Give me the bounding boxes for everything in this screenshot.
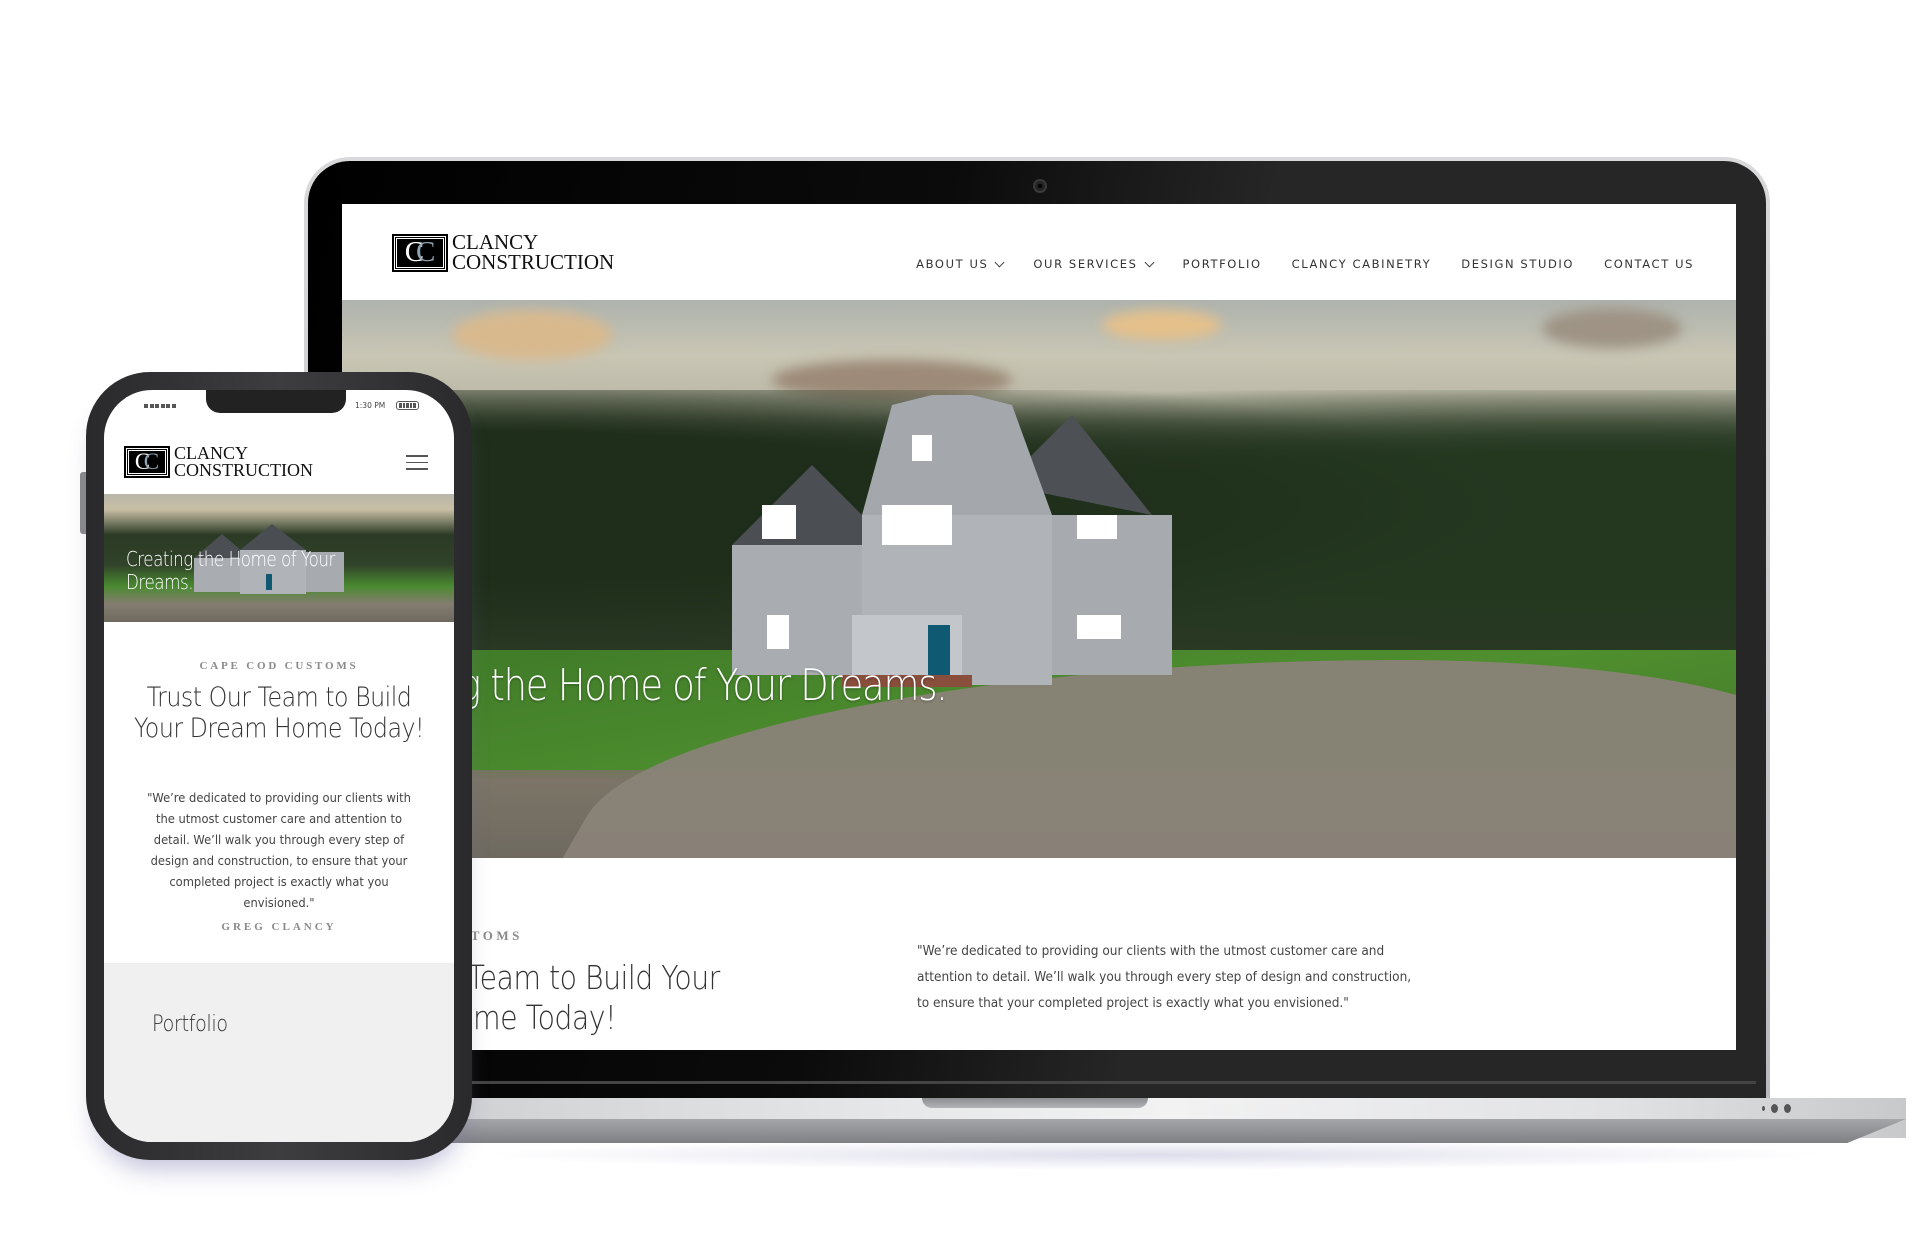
signal-dots-icon — [144, 404, 176, 408]
testimonial-quote: "We’re dedicated to providing our client… — [917, 943, 1412, 1011]
logo-wordmark: CLANCY CONSTRUCTION — [174, 444, 314, 481]
laptop-shadow — [470, 1140, 1830, 1170]
logo-wordmark: CLANCY CONSTRUCTION — [452, 232, 615, 274]
section-eyebrow: CAPE COD CUSTOMS — [199, 660, 359, 672]
nav-about-us[interactable]: ABOUT US — [916, 257, 1005, 271]
nav-label: CONTACT US — [1604, 257, 1694, 271]
chevron-down-icon — [994, 257, 1005, 267]
mobile-site-logo[interactable]: CC CLANCY CONSTRUCTION — [124, 444, 314, 481]
nav-label: CLANCY CABINETRY — [1291, 257, 1432, 271]
webcam-icon — [1035, 181, 1045, 191]
portfolio-section — [104, 963, 454, 1142]
phone-notch — [206, 390, 346, 413]
logo-monogram: CC — [392, 233, 448, 272]
nav-label: ABOUT US — [916, 257, 989, 271]
logo-line-2: CONSTRUCTION — [174, 460, 314, 481]
main-nav: ABOUT US OUR SERVICES PORTFOLIO CLANCY C… — [916, 257, 1694, 271]
battery-icon — [396, 401, 419, 410]
mobile-hero-title: Creating the Home of Your Dreams. — [126, 547, 335, 594]
nav-portfolio[interactable]: PORTFOLIO — [1183, 257, 1262, 271]
phone-mockup: 1:30 PM CC CLANCY CONSTRUCTION Creating … — [86, 372, 472, 1160]
nav-label: DESIGN STUDIO — [1461, 257, 1575, 271]
section-heading: Trust Our Team to Build Your Dream Home … — [133, 682, 425, 744]
nav-our-services[interactable]: OUR SERVICES — [1033, 257, 1154, 271]
cloud-decoration — [1102, 310, 1222, 340]
testimonial-quote: "We’re dedicated to providing our client… — [147, 790, 411, 910]
site-header: CC CLANCY CONSTRUCTION ABOUT US OUR SERV… — [342, 204, 1736, 300]
intro-section: CAPE COD CUSTOMS Trust Our Team to Build… — [342, 858, 1736, 1050]
monogram-letter: C — [415, 236, 436, 269]
nav-label: OUR SERVICES — [1033, 257, 1138, 271]
mobile-hero-banner: Creating the Home of Your Dreams. — [104, 494, 454, 622]
site-logo[interactable]: CC CLANCY CONSTRUCTION — [392, 232, 615, 274]
laptop-base-edge — [436, 1119, 1906, 1143]
nav-label: PORTFOLIO — [1182, 257, 1262, 271]
status-time: 1:30 PM — [355, 401, 386, 410]
nav-design-studio[interactable]: DESIGN STUDIO — [1461, 257, 1574, 271]
cloud-decoration — [452, 310, 612, 360]
laptop-bezel: CC CLANCY CONSTRUCTION ABOUT US OUR SERV… — [308, 161, 1766, 1103]
logo-monogram: CC — [124, 446, 170, 479]
mobile-website: 1:30 PM CC CLANCY CONSTRUCTION Creating … — [104, 390, 454, 1142]
hero-banner: Creating the Home of Your Dreams. — [342, 300, 1736, 858]
chevron-down-icon — [1144, 257, 1154, 267]
desktop-website: CC CLANCY CONSTRUCTION ABOUT US OUR SERV… — [342, 204, 1736, 1050]
laptop-mockup: CC CLANCY CONSTRUCTION ABOUT US OUR SERV… — [304, 157, 1770, 1103]
nav-clancy-cabinetry[interactable]: CLANCY CABINETRY — [1292, 257, 1432, 271]
nav-contact-us[interactable]: CONTACT US — [1604, 257, 1694, 271]
hamburger-menu-icon[interactable] — [406, 455, 428, 470]
status-led-icon — [1762, 1104, 1791, 1113]
monogram-letter: C — [143, 449, 160, 475]
laptop-opening-notch — [922, 1098, 1148, 1108]
logo-line-2: CONSTRUCTION — [452, 249, 615, 274]
bezel-hinge-line — [338, 1081, 1756, 1084]
testimonial-author: GREG CLANCY — [221, 921, 337, 933]
cloud-decoration — [1542, 308, 1682, 348]
portfolio-heading: Portfolio — [152, 1012, 228, 1037]
